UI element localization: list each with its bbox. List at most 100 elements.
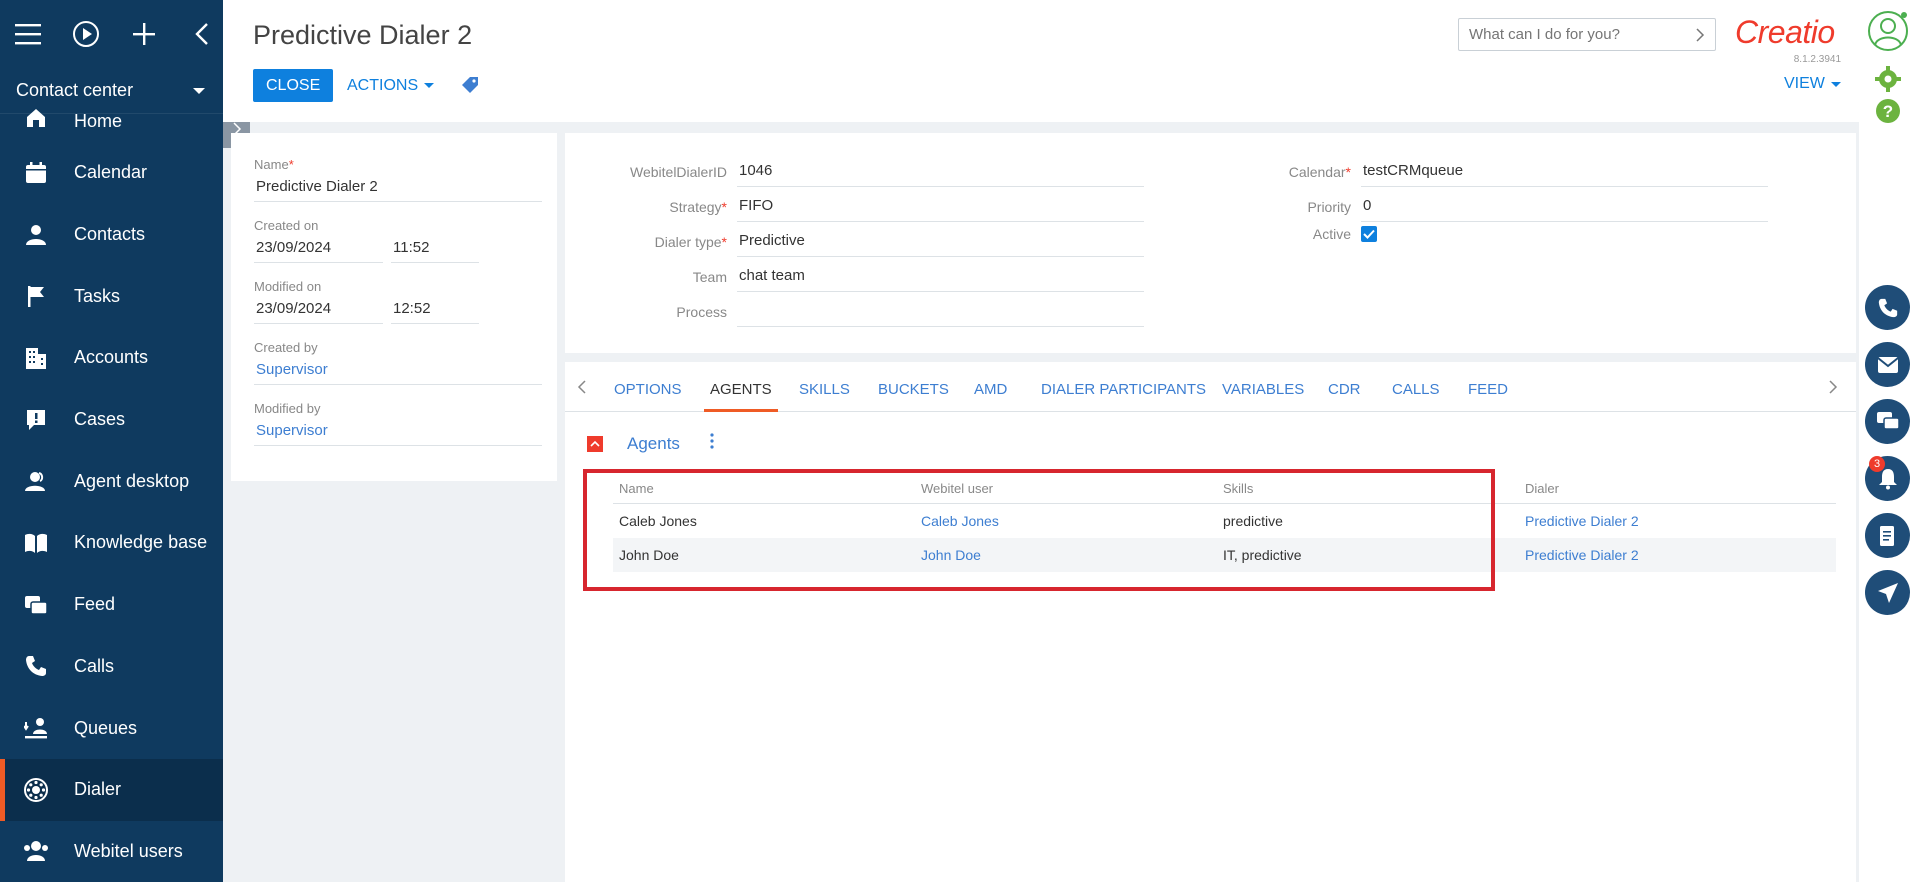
name-field: Name* Predictive Dialer 2 <box>254 157 542 202</box>
play-icon[interactable] <box>72 20 100 48</box>
sidebar-item-agent-desktop[interactable]: Agent desktop <box>0 450 223 512</box>
sidebar-item-tasks[interactable]: Tasks <box>0 265 223 327</box>
actions-button[interactable]: ACTIONS <box>347 69 435 102</box>
document-button[interactable] <box>1865 513 1910 558</box>
active-field <box>1361 226 1768 242</box>
dialer-type-input[interactable]: Predictive <box>737 226 1144 257</box>
created-time-input[interactable]: 11:52 <box>391 233 479 263</box>
tab-dialer-participants[interactable]: DIALER PARTICIPANTS <box>1041 381 1206 398</box>
sidebar-item-calendar[interactable]: Calendar <box>0 142 223 204</box>
user-profile-icon[interactable] <box>1865 8 1910 53</box>
sidebar-item-label: Webitel users <box>74 840 183 861</box>
sidebar-nav: Home Calendar Contacts Tasks Accounts Ca… <box>0 96 223 882</box>
tab-options[interactable]: OPTIONS <box>614 381 682 398</box>
tab-amd[interactable]: AMD <box>974 381 1007 398</box>
sidebar-item-home[interactable]: Home <box>0 96 223 142</box>
active-row: Active <box>1189 226 1768 242</box>
close-button[interactable]: CLOSE <box>253 69 334 102</box>
dialer-type-row: Dialer type* Predictive <box>565 226 1144 257</box>
calendar-input[interactable]: testCRMqueue <box>1361 156 1768 187</box>
chevron-right-icon[interactable] <box>1695 27 1705 43</box>
phone-icon <box>22 652 50 680</box>
sidebar-item-dialer[interactable]: Dialer <box>0 758 223 821</box>
tab-calls[interactable]: CALLS <box>1392 381 1440 398</box>
view-label: VIEW <box>1784 75 1825 92</box>
command-search[interactable] <box>1458 18 1716 51</box>
checkmark-icon <box>1363 229 1375 239</box>
strategy-row: Strategy* FIFO <box>565 191 1144 222</box>
process-input[interactable] <box>737 296 1144 327</box>
svg-text:?: ? <box>1882 102 1892 121</box>
book-icon <box>22 529 50 557</box>
menu-icon[interactable] <box>14 20 42 48</box>
chevron-down-icon <box>1830 81 1841 87</box>
agent-icon <box>22 467 50 495</box>
more-options-icon[interactable] <box>710 433 714 454</box>
sidebar-item-label: Knowledge base <box>74 532 208 553</box>
tag-icon[interactable] <box>461 76 481 96</box>
team-row: Team chat team <box>565 261 1144 292</box>
view-button[interactable]: VIEW <box>1784 75 1841 93</box>
sidebar-item-cases[interactable]: Cases <box>0 389 223 451</box>
sidebar-item-contacts[interactable]: Contacts <box>0 204 223 266</box>
actions-label: ACTIONS <box>347 76 419 94</box>
sidebar-item-accounts[interactable]: Accounts <box>0 327 223 389</box>
add-icon[interactable] <box>130 20 158 48</box>
tab-agents[interactable]: AGENTS <box>704 381 778 412</box>
help-icon[interactable]: ? <box>1865 88 1910 133</box>
tab-feed[interactable]: FEED <box>1468 381 1508 398</box>
search-input[interactable] <box>1469 26 1695 43</box>
agents-detail-title[interactable]: Agents <box>627 434 680 454</box>
active-checkbox[interactable] <box>1361 226 1377 242</box>
cell-dialer-link[interactable]: Predictive Dialer 2 <box>1519 513 1836 529</box>
sidebar-item-calls[interactable]: Calls <box>0 636 223 698</box>
chevron-down-icon <box>424 83 435 88</box>
tab-buckets[interactable]: BUCKETS <box>878 381 949 398</box>
modified-by-label: Modified by <box>254 401 321 416</box>
modified-by-link[interactable]: Supervisor <box>254 416 542 446</box>
tabs-scroll-right-icon[interactable] <box>1828 379 1844 395</box>
priority-input[interactable]: 0 <box>1361 191 1768 222</box>
created-date-input[interactable]: 23/09/2024 <box>254 233 383 263</box>
building-icon <box>22 344 50 372</box>
tabs-scroll-left-icon[interactable] <box>577 379 593 395</box>
send-button[interactable] <box>1865 570 1910 615</box>
sidebar-item-feed[interactable]: Feed <box>0 574 223 636</box>
dialer-fields-card: WebitelDialerID 1046 Strategy* FIFO Dial… <box>565 133 1856 353</box>
created-by-link[interactable]: Supervisor <box>254 355 542 385</box>
tab-skills[interactable]: SKILLS <box>799 381 850 398</box>
dialer-id-input[interactable]: 1046 <box>737 156 1144 187</box>
tab-cdr[interactable]: CDR <box>1328 381 1361 398</box>
name-input[interactable]: Predictive Dialer 2 <box>254 172 542 202</box>
collapse-icon[interactable] <box>587 435 603 452</box>
sidebar-item-label: Tasks <box>74 285 121 306</box>
queue-icon <box>22 714 50 742</box>
column-header-dialer[interactable]: Dialer <box>1519 481 1836 496</box>
flag-icon <box>22 282 50 310</box>
notifications-button[interactable]: 3 <box>1865 456 1910 501</box>
sidebar-item-knowledge-base[interactable]: Knowledge base <box>0 512 223 574</box>
chat-button[interactable] <box>1865 399 1910 444</box>
email-button[interactable] <box>1865 342 1910 387</box>
phone-icon <box>1865 285 1910 330</box>
sidebar-item-label: Feed <box>74 594 116 615</box>
sidebar-item-label: Accounts <box>74 347 149 368</box>
feed-icon <box>22 591 50 619</box>
phone-call-button[interactable] <box>1865 285 1910 330</box>
team-input[interactable]: chat team <box>737 261 1144 292</box>
sidebar-item-webitel-users[interactable]: Webitel users <box>0 821 223 882</box>
case-icon <box>22 406 50 434</box>
tab-variables[interactable]: VARIABLES <box>1222 381 1304 398</box>
version-label: 8.1.2.3941 <box>1793 54 1841 65</box>
modified-time-input[interactable]: 12:52 <box>391 294 479 324</box>
cell-dialer-link[interactable]: Predictive Dialer 2 <box>1519 547 1836 563</box>
priority-label: Priority <box>1307 198 1351 215</box>
created-by-label: Created by <box>254 340 318 355</box>
strategy-input[interactable]: FIFO <box>737 191 1144 222</box>
sidebar-item-label: Home <box>74 111 123 131</box>
dialer-id-row: WebitelDialerID 1046 <box>565 156 1144 187</box>
sidebar-item-label: Queues <box>74 717 138 738</box>
modified-date-input[interactable]: 23/09/2024 <box>254 294 383 324</box>
sidebar-item-queues[interactable]: Queues <box>0 697 223 759</box>
back-icon[interactable] <box>188 20 216 48</box>
